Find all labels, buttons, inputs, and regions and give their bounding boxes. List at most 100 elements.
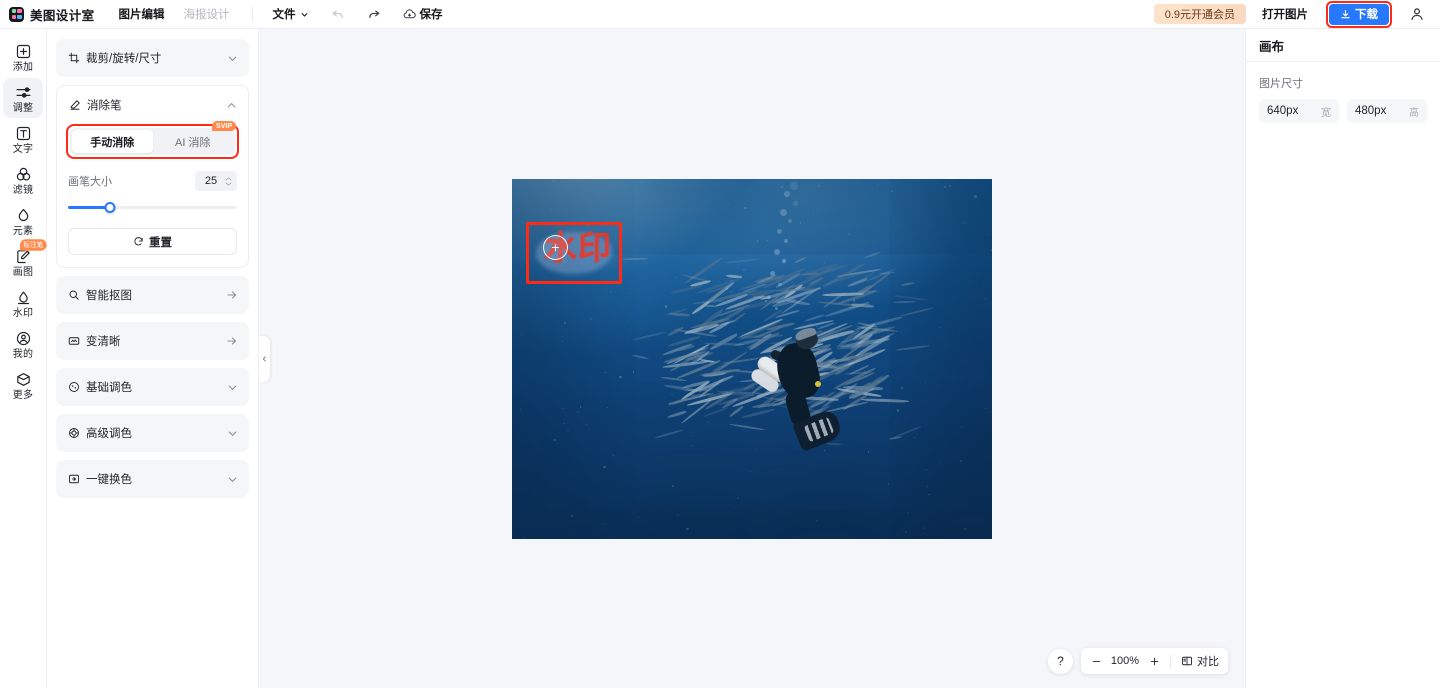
eraser-mode-highlight-ring: 手动消除 AI 消除 SVIP [66, 121, 239, 159]
recolor-icon [67, 473, 80, 486]
reset-button[interactable]: 重置 [68, 228, 237, 255]
sidebar-item-draw[interactable]: 标注笔 画图 [3, 239, 47, 282]
width-value: 640px [1267, 105, 1299, 117]
nav-item-image-edit[interactable]: 图片编辑 [119, 6, 165, 22]
left-rail: 添加 调整 文字 滤镜 元素 标注笔 画图 水印 我的 更多 [0, 29, 47, 688]
slider-knob[interactable] [104, 201, 116, 213]
account-icon [14, 329, 32, 347]
download-label: 下载 [1355, 9, 1378, 21]
app-root: 美图设计室 图片编辑 海报设计 文件 保存 0.9元开通会员 打开图片 下载 添… [0, 0, 1440, 688]
eraser-pen-icon [68, 99, 81, 112]
sidebar-item-text[interactable]: 文字 [3, 119, 43, 159]
header-divider [251, 6, 253, 22]
brush-size-row: 画笔大小 25 [68, 171, 237, 191]
app-logo[interactable]: 美图设计室 [9, 5, 95, 24]
brush-size-value: 25 [204, 175, 218, 187]
tool-card-crop[interactable]: 裁剪/旋转/尺寸 [56, 39, 249, 77]
tool-card-eraser-header[interactable]: 消除笔 [57, 86, 248, 124]
user-avatar-button[interactable] [1406, 3, 1428, 25]
stepper-arrows-icon[interactable] [225, 176, 232, 186]
sidebar-label-draw: 画图 [12, 267, 34, 278]
tool-card-crop-title: 裁剪/旋转/尺寸 [86, 53, 162, 65]
canvas-bottom-toolbar: ? 100% 对比 [1048, 648, 1228, 674]
basic-color-icon [67, 381, 80, 394]
sidebar-item-watermark[interactable]: 水印 [3, 283, 43, 323]
tab-manual-erase[interactable]: 手动消除 [72, 130, 153, 153]
image-canvas[interactable]: 水印 + [512, 178, 992, 539]
tool-card-basic-color[interactable]: 基础调色 [56, 368, 249, 406]
compare-icon [1182, 656, 1192, 666]
right-panel: 画布 图片尺寸 640px 宽 480px 高 [1245, 29, 1440, 688]
refresh-icon [134, 237, 143, 246]
chevron-up-icon [225, 99, 237, 111]
nav-item-poster-design[interactable]: 海报设计 [184, 6, 230, 22]
download-highlight-ring: 下载 [1326, 0, 1392, 28]
zoom-in-button[interactable] [1148, 656, 1160, 667]
minus-icon [1092, 660, 1100, 662]
sidebar-item-filter[interactable]: 滤镜 [3, 160, 43, 200]
more-box-icon [14, 370, 32, 388]
tab-ai-erase[interactable]: AI 消除 SVIP [153, 121, 236, 153]
chevron-down-icon [226, 473, 238, 485]
tool-card-advanced-color[interactable]: 高级调色 [56, 414, 249, 452]
help-button[interactable]: ? [1048, 648, 1073, 674]
sidebar-label-element-filter: 滤镜 [12, 185, 34, 196]
sidebar-item-more[interactable]: 更多 [3, 365, 43, 405]
underwater-photo: 水印 + [512, 178, 992, 539]
height-value: 480px [1355, 105, 1387, 117]
vip-upgrade-button[interactable]: 0.9元开通会员 [1153, 4, 1246, 24]
sidebar-item-add[interactable]: 添加 [3, 37, 43, 77]
chevron-down-icon [300, 12, 308, 17]
tool-card-basic-color-header[interactable]: 基础调色 [56, 368, 249, 406]
zoom-out-button[interactable] [1090, 656, 1102, 667]
tool-card-recolor[interactable]: 一键换色 [56, 460, 249, 498]
user-avatar-icon [1411, 8, 1423, 20]
app-body: 添加 调整 文字 滤镜 元素 标注笔 画图 水印 我的 更多 裁剪/旋转/尺寸 … [0, 29, 1440, 688]
tool-card-crop-header[interactable]: 裁剪/旋转/尺寸 [56, 39, 249, 77]
tool-card-recolor-header[interactable]: 一键换色 [56, 460, 249, 498]
tool-card-smart-cutout[interactable]: 智能抠图 [56, 276, 249, 314]
app-header: 美图设计室 图片编辑 海报设计 文件 保存 0.9元开通会员 打开图片 下载 [0, 0, 1440, 29]
cloud-save-icon [403, 8, 416, 18]
right-panel-body: 图片尺寸 640px 宽 480px 高 [1246, 62, 1440, 123]
watermark-icon [14, 288, 32, 306]
undo-icon [331, 10, 343, 19]
file-menu-button[interactable]: 文件 [273, 6, 309, 22]
sidebar-item-mine[interactable]: 我的 [3, 324, 43, 364]
sidebar-label-add: 添加 [12, 62, 34, 73]
compare-button[interactable]: 对比 [1181, 653, 1219, 669]
save-button[interactable]: 保存 [403, 6, 443, 22]
header-menu: 文件 保存 [273, 6, 443, 22]
watermark-selection-box[interactable] [526, 221, 622, 284]
canvas-area[interactable]: 水印 + ? 100% 对比 [259, 29, 1245, 688]
sidebar-item-adjust[interactable]: 调整 [3, 78, 43, 118]
panel-collapse-handle[interactable] [259, 335, 270, 382]
undo-button[interactable] [331, 7, 345, 21]
eraser-mode-tabs: 手动消除 AI 消除 SVIP [70, 121, 236, 155]
sidebar-badge-draw: 标注笔 [20, 239, 47, 251]
redo-icon [368, 10, 380, 19]
brush-size-stepper[interactable]: 25 [195, 171, 237, 191]
chevron-left-icon [262, 356, 266, 361]
open-image-button[interactable]: 打开图片 [1254, 4, 1316, 24]
tool-card-basic-color-title: 基础调色 [86, 382, 132, 394]
sliders-icon [14, 83, 32, 101]
sidebar-label-adjust: 调整 [12, 103, 34, 114]
sidebar-item-element[interactable]: 元素 [3, 201, 43, 241]
height-input[interactable]: 480px 高 [1347, 99, 1427, 123]
tool-card-enhance[interactable]: 变清晰 [56, 322, 249, 360]
tool-card-advanced-color-header[interactable]: 高级调色 [56, 414, 249, 452]
zoom-controls: 100% 对比 [1081, 648, 1228, 674]
advanced-color-icon [67, 427, 80, 440]
height-unit-label: 高 [1409, 107, 1419, 119]
header-actions: 0.9元开通会员 打开图片 下载 [1153, 0, 1432, 28]
width-input[interactable]: 640px 宽 [1259, 99, 1339, 123]
sidebar-label-watermark: 水印 [12, 308, 34, 319]
brush-size-slider[interactable] [68, 200, 237, 214]
crop-icon [67, 52, 80, 65]
redo-button[interactable] [367, 7, 381, 21]
tool-card-enhance-header[interactable]: 变清晰 [56, 322, 249, 360]
download-button[interactable]: 下载 [1329, 3, 1389, 25]
tool-card-smart-cutout-header[interactable]: 智能抠图 [56, 276, 249, 314]
chevron-down-icon [226, 381, 238, 393]
